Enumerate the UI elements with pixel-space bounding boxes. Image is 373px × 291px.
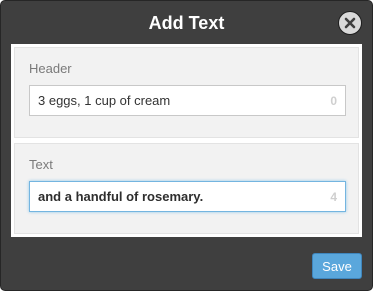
text-label: Text	[29, 157, 53, 172]
header-input-value: 3 eggs, 1 cup of cream	[38, 93, 171, 108]
header-label: Header	[29, 61, 72, 76]
header-panel: Header 3 eggs, 1 cup of cream 0	[14, 47, 359, 138]
close-icon	[344, 17, 356, 29]
header-input[interactable]: 3 eggs, 1 cup of cream 0	[29, 85, 346, 116]
text-input[interactable]: and a handful of rosemary. 4	[29, 181, 346, 212]
header-char-count: 0	[330, 93, 337, 108]
text-char-count: 4	[330, 189, 337, 204]
text-panel: Text and a handful of rosemary. 4	[14, 143, 359, 234]
save-button[interactable]: Save	[312, 253, 362, 279]
dialog-content: Header 3 eggs, 1 cup of cream 0 Text and…	[11, 44, 362, 237]
dialog-title: Add Text	[148, 13, 225, 33]
add-text-dialog: Add Text Header 3 eggs, 1 cup of cream 0…	[0, 0, 373, 291]
text-input-value: and a handful of rosemary.	[38, 189, 204, 204]
close-button[interactable]	[338, 11, 362, 35]
